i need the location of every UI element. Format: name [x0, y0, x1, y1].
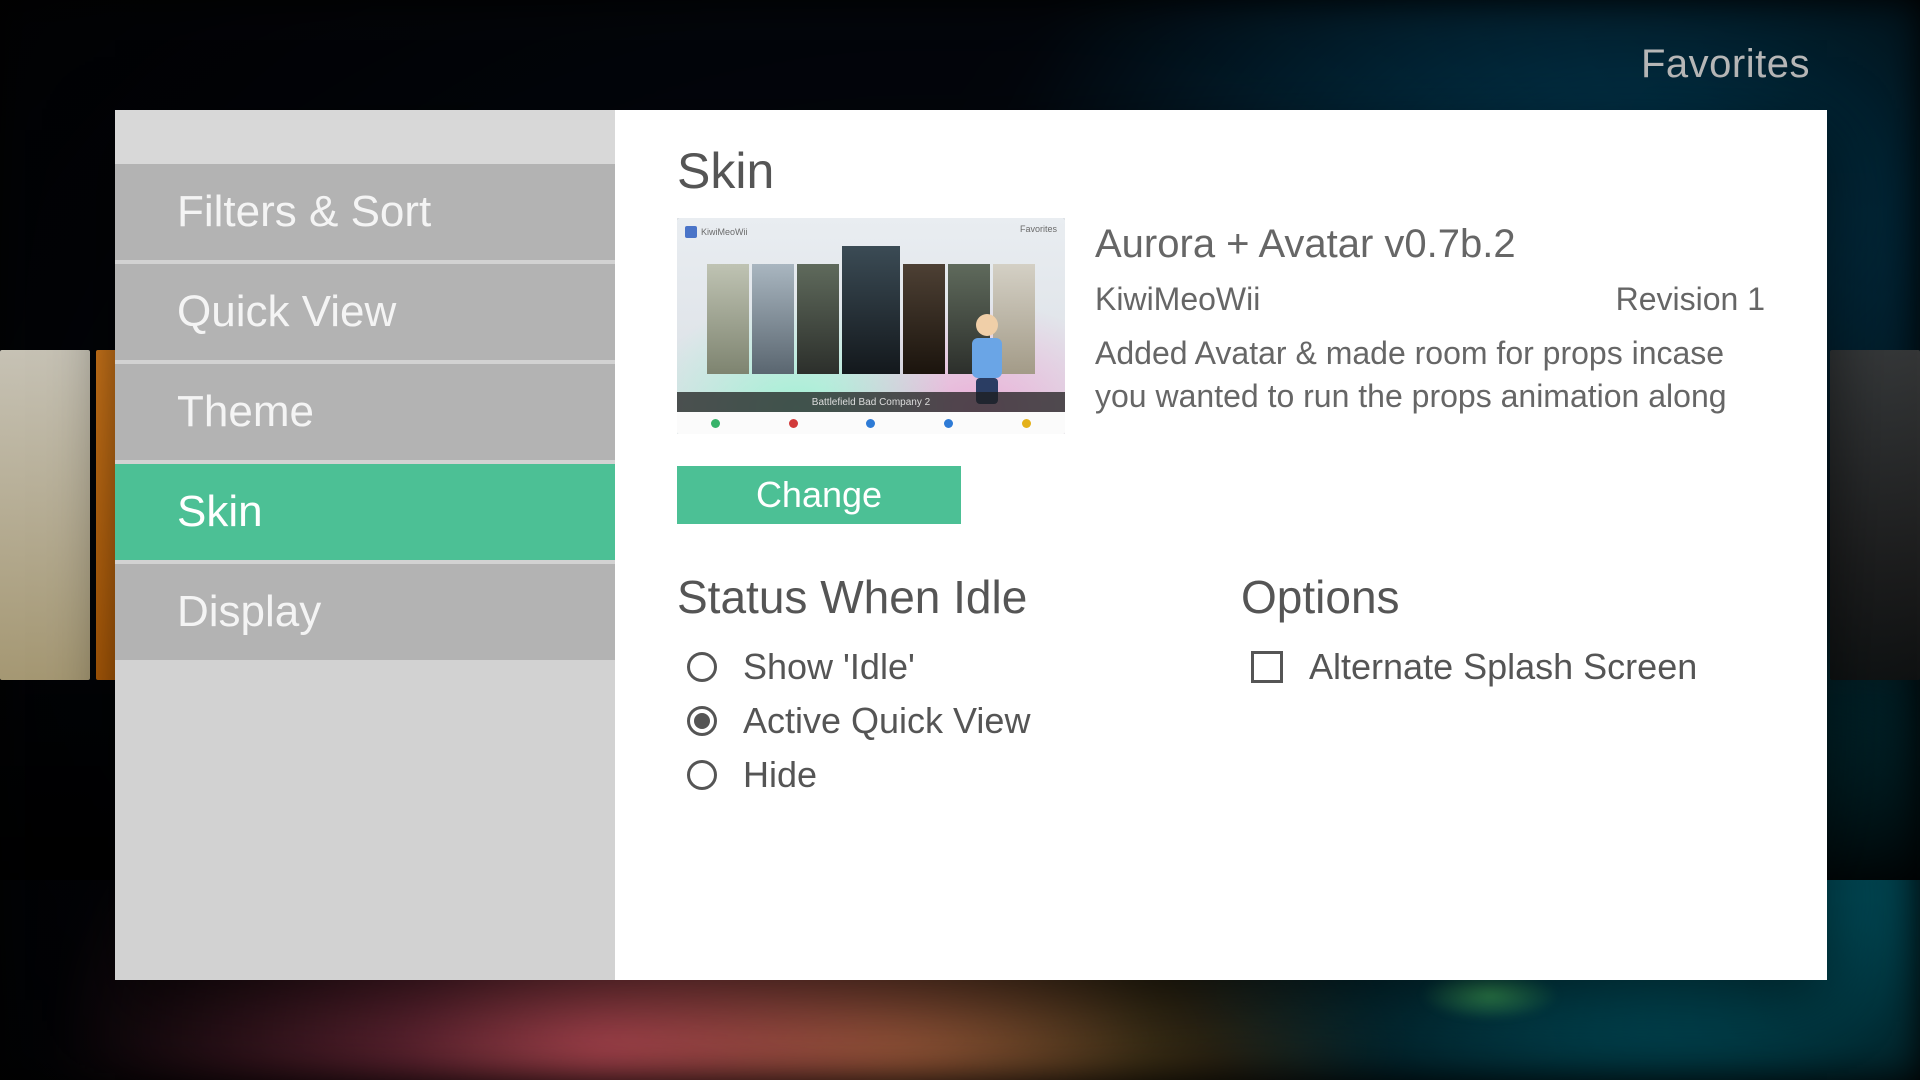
- sidebar-item-filters-sort[interactable]: Filters & Sort: [115, 164, 615, 260]
- sidebar-spacer: [115, 110, 615, 164]
- sidebar-item-theme[interactable]: Theme: [115, 364, 615, 460]
- radio-icon: [687, 760, 717, 790]
- preview-caption: Battlefield Bad Company 2: [677, 392, 1065, 412]
- idle-option-show-idle[interactable]: Show 'Idle': [687, 646, 1201, 688]
- section-title-skin: Skin: [677, 142, 1765, 200]
- sidebar-item-quick-view[interactable]: Quick View: [115, 264, 615, 360]
- change-button[interactable]: Change: [677, 466, 961, 524]
- skin-info: Aurora + Avatar v0.7b.2 KiwiMeoWii Revis…: [1095, 218, 1765, 418]
- sidebar-item-label: Display: [177, 587, 321, 637]
- sidebar: Filters & Sort Quick View Theme Skin Dis…: [115, 110, 615, 980]
- skin-preview[interactable]: KiwiMeoWiiFavorites Battlefield Bad Comp…: [677, 218, 1065, 434]
- sidebar-item-display[interactable]: Display: [115, 564, 615, 660]
- change-button-label: Change: [756, 474, 882, 516]
- skin-name: Aurora + Avatar v0.7b.2: [1095, 222, 1765, 267]
- option-label: Hide: [743, 754, 817, 796]
- content: Skin KiwiMeoWiiFavorites Battlefield Bad…: [615, 110, 1827, 980]
- radio-icon: [687, 706, 717, 736]
- sidebar-item-label: Filters & Sort: [177, 187, 431, 237]
- skin-row: KiwiMeoWiiFavorites Battlefield Bad Comp…: [677, 218, 1765, 434]
- idle-option-hide[interactable]: Hide: [687, 754, 1201, 796]
- options-column: Options Alternate Splash Screen: [1241, 570, 1765, 796]
- checkbox-icon: [1251, 651, 1283, 683]
- section-title-idle: Status When Idle: [677, 570, 1201, 624]
- sidebar-item-label: Quick View: [177, 287, 396, 337]
- idle-option-active-quick-view[interactable]: Active Quick View: [687, 700, 1201, 742]
- skin-description: Added Avatar & made room for props incas…: [1095, 332, 1765, 418]
- skin-revision: Revision 1: [1616, 281, 1765, 318]
- sidebar-item-label: Skin: [177, 487, 263, 537]
- section-title-options: Options: [1241, 570, 1765, 624]
- idle-column: Status When Idle Show 'Idle' Active Quic…: [677, 570, 1201, 796]
- option-alternate-splash[interactable]: Alternate Splash Screen: [1251, 646, 1765, 688]
- radio-icon: [687, 652, 717, 682]
- sidebar-item-label: Theme: [177, 387, 314, 437]
- option-label: Alternate Splash Screen: [1309, 646, 1697, 688]
- option-label: Active Quick View: [743, 700, 1030, 742]
- sidebar-item-skin[interactable]: Skin: [115, 464, 615, 560]
- option-label: Show 'Idle': [743, 646, 915, 688]
- skin-author: KiwiMeoWii: [1095, 281, 1260, 318]
- settings-panel: Filters & Sort Quick View Theme Skin Dis…: [115, 110, 1827, 980]
- favorites-label: Favorites: [1641, 42, 1810, 87]
